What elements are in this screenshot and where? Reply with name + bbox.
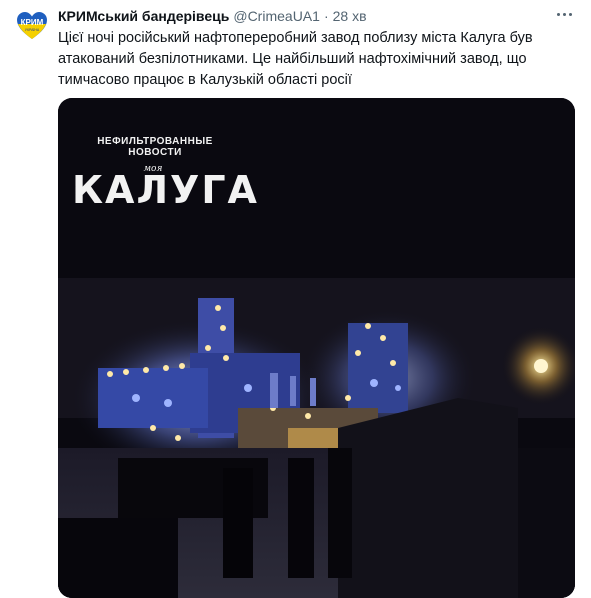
tweet-video[interactable]: Нефильтрованные новости моя КАЛУГА [58,98,575,598]
more-dots-icon [556,12,560,16]
avatar-logo-subtext: УКРАЇНА [25,28,40,32]
watermark-title: КАЛУГА [72,168,259,212]
tweet-header: КРИМський бандерівець @CrimeaUA1 · 28 хв [58,6,551,26]
more-options-button[interactable] [551,4,577,24]
tweet-timestamp[interactable]: 28 хв [333,6,367,26]
user-handle[interactable]: @CrimeaUA1 [233,6,320,26]
heart-logo-icon: КРИМ УКРАЇНА [17,12,47,39]
separator-dot: · [323,8,329,24]
avatar[interactable]: КРИМ УКРАЇНА [14,8,50,44]
tweet-text: Цієї ночі російський нафтопереробний зав… [58,30,533,88]
display-name[interactable]: КРИМський бандерівець [58,6,229,26]
watermark-top: Нефильтрованные новости [97,136,213,158]
tweet[interactable]: КРИМ УКРАЇНА КРИМський бандерівець @Crim… [0,0,591,598]
avatar-logo-text: КРИМ [21,18,44,27]
